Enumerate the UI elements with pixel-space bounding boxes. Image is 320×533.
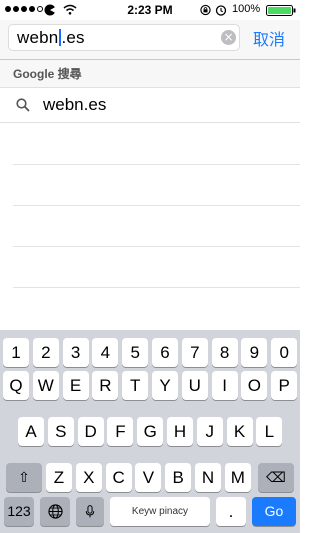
key-m[interactable]: M [224, 463, 251, 492]
shift-key[interactable]: ⇧ [6, 463, 42, 492]
keyboard: 1234567890 QWERTYUIOP ASDFGHJKL ZXCVBNM … [0, 330, 300, 533]
row-divider [13, 246, 300, 247]
key-h[interactable]: H [167, 417, 193, 446]
key-5[interactable]: 5 [122, 338, 149, 367]
key-z[interactable]: Z [46, 463, 72, 492]
key-a[interactable]: A [18, 417, 44, 446]
key-3[interactable]: 3 [62, 338, 89, 367]
microphone-key[interactable] [76, 497, 104, 526]
key-i[interactable]: I [211, 371, 238, 400]
key-x[interactable]: X [75, 463, 102, 492]
key-q[interactable]: Q [3, 371, 29, 400]
search-query: webn .es [17, 28, 85, 47]
row-divider [13, 164, 300, 165]
cancel-button[interactable]: 取消 [253, 26, 285, 50]
row-divider [13, 205, 300, 206]
key-e[interactable]: E [62, 371, 89, 400]
key-b[interactable]: B [165, 463, 192, 492]
key-u[interactable]: U [181, 371, 208, 400]
suggestion-text: webn.es [43, 95, 107, 114]
key-y[interactable]: Y [152, 371, 178, 400]
section-header: Google 搜尋 [0, 60, 300, 87]
key-7[interactable]: 7 [181, 338, 208, 367]
section-title: Google 搜尋 [13, 67, 82, 81]
key-s[interactable]: S [47, 417, 74, 446]
space-key[interactable]: Keyw pinacy [110, 497, 210, 526]
key-n[interactable]: N [195, 463, 221, 492]
key-1[interactable]: 1 [3, 338, 29, 367]
key-2[interactable]: 2 [32, 338, 59, 367]
key-g[interactable]: G [137, 417, 164, 446]
numbers-key[interactable]: 123 [4, 497, 34, 526]
key-f[interactable]: F [107, 417, 134, 446]
lock-rotation-icon [200, 4, 211, 16]
key-9[interactable]: 9 [241, 338, 268, 367]
key-j[interactable]: J [196, 417, 223, 446]
search-input[interactable]: webn .es × [8, 24, 240, 51]
search-icon [16, 98, 30, 112]
key-l[interactable]: L [256, 417, 283, 446]
period-key[interactable]: . [216, 497, 246, 526]
key-4[interactable]: 4 [92, 338, 119, 367]
globe-icon [47, 504, 63, 519]
key-w[interactable]: W [32, 371, 59, 400]
microphone-icon [85, 505, 95, 518]
alarm-icon [215, 5, 227, 16]
key-0[interactable]: 0 [271, 338, 298, 367]
delete-key[interactable]: ⌫ [258, 463, 294, 492]
battery-percent: 100% [232, 3, 261, 15]
go-button[interactable]: Go [252, 497, 296, 526]
key-p[interactable]: P [271, 371, 298, 400]
status-bar: 2:23 PM 100% [0, 0, 300, 20]
row-divider [13, 287, 300, 288]
globe-key[interactable] [40, 497, 70, 526]
key-c[interactable]: C [105, 463, 132, 492]
key-o[interactable]: O [241, 371, 268, 400]
key-8[interactable]: 8 [211, 338, 238, 367]
key-r[interactable]: R [92, 371, 119, 400]
battery-icon [266, 5, 296, 16]
clear-icon[interactable]: × [221, 30, 236, 45]
key-v[interactable]: V [135, 463, 162, 492]
key-k[interactable]: K [226, 417, 253, 446]
key-t[interactable]: T [122, 371, 149, 400]
key-6[interactable]: 6 [152, 338, 178, 367]
suggestion-item[interactable]: webn.es [0, 87, 300, 123]
key-d[interactable]: D [77, 417, 104, 446]
